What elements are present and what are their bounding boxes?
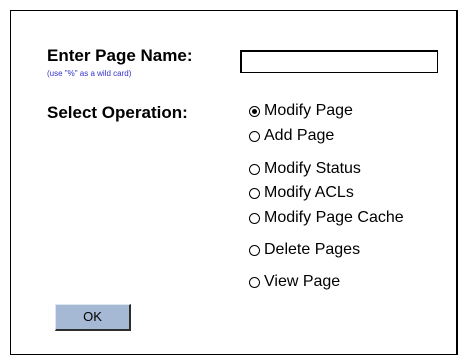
radio-button-icon[interactable] — [249, 276, 260, 288]
radio-label: Delete Pages — [264, 241, 361, 258]
radio-label: Add Page — [264, 127, 335, 144]
wildcard-hint: (use "%" as a wild card) — [47, 69, 132, 78]
radio-modify-page[interactable]: Modify Page — [249, 102, 353, 120]
radio-label: Modify Page Cache — [264, 209, 404, 226]
radio-modify-status[interactable]: Modify Status — [249, 160, 361, 178]
ok-button[interactable]: OK — [55, 304, 131, 331]
radio-button-icon[interactable] — [249, 187, 260, 199]
page-name-input[interactable] — [240, 50, 438, 73]
radio-label: Modify Page — [264, 102, 353, 119]
radio-view-page[interactable]: View Page — [249, 273, 340, 291]
radio-button-icon[interactable] — [249, 244, 260, 256]
radio-button-icon[interactable] — [249, 212, 260, 224]
radio-label: Modify Status — [264, 160, 361, 177]
radio-button-icon[interactable] — [249, 130, 260, 142]
radio-modify-page-cache[interactable]: Modify Page Cache — [249, 209, 404, 227]
radio-modify-acls[interactable]: Modify ACLs — [249, 184, 354, 202]
radio-delete-pages[interactable]: Delete Pages — [249, 241, 360, 259]
page-name-label: Enter Page Name: — [47, 46, 193, 65]
radio-button-icon[interactable] — [249, 163, 260, 175]
radio-button-icon[interactable] — [249, 105, 260, 117]
radio-label: View Page — [264, 273, 341, 290]
operation-label: Select Operation: — [47, 103, 188, 122]
radio-label: Modify ACLs — [264, 184, 354, 201]
radio-add-page[interactable]: Add Page — [249, 127, 334, 145]
form-panel: Enter Page Name: (use "%" as a wild card… — [10, 10, 458, 355]
